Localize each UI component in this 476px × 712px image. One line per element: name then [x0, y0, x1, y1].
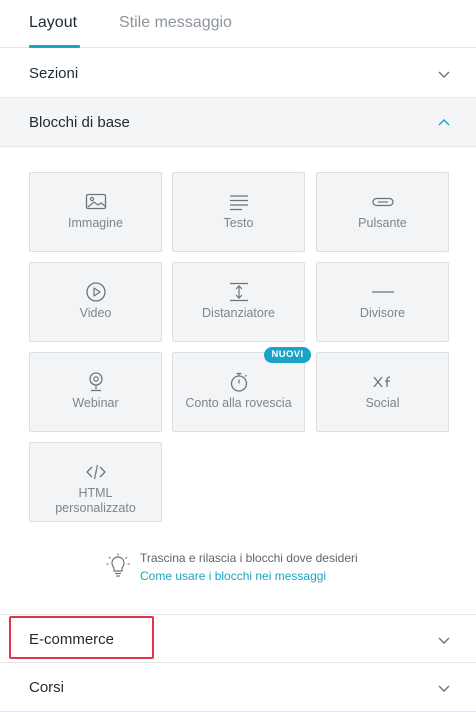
block-label: Social [365, 396, 400, 410]
accordion-blocchi-label: Blocchi di base [29, 114, 130, 131]
social-icon [373, 376, 391, 388]
block-webinar[interactable]: Webinar [29, 352, 162, 432]
block-video[interactable]: Video [29, 262, 162, 342]
block-label: Testo [223, 216, 254, 230]
tab-stile-messaggio[interactable]: Stile messaggio [119, 14, 232, 32]
tab-bar: Layout Stile messaggio [0, 0, 476, 48]
tab-layout[interactable]: Layout [29, 14, 77, 32]
block-distanziatore[interactable]: Distanziatore [172, 262, 305, 342]
accordion-sezioni-label: Sezioni [29, 65, 79, 82]
accordion-ecommerce[interactable]: E-commerce [0, 614, 476, 663]
block-label: Divisore [359, 306, 406, 320]
image-icon [85, 193, 107, 210]
block-label: Distanziatore [202, 306, 275, 320]
block-label: Video [79, 306, 112, 320]
spacer-icon [230, 282, 248, 302]
button-icon [372, 197, 394, 207]
block-testo[interactable]: Testo [172, 172, 305, 252]
new-badge: NUOVI [264, 347, 311, 363]
block-label: Conto alla rovescia [185, 396, 292, 410]
divider-icon [372, 291, 394, 293]
chevron-down-icon [438, 685, 450, 692]
block-divisore[interactable]: Divisore [316, 262, 449, 342]
block-label: Webinar [72, 396, 119, 410]
block-conto-alla-rovescia[interactable]: Conto alla rovescia [172, 352, 305, 432]
stopwatch-icon [230, 372, 248, 392]
accordion-blocchi-di-base[interactable]: Blocchi di base [0, 98, 476, 147]
block-label: HTML personalizzato [55, 486, 136, 515]
tip-text: Trascina e rilascia i blocchi dove desid… [140, 551, 358, 565]
block-label: Immagine [68, 216, 123, 230]
code-icon [86, 464, 106, 480]
block-immagine[interactable]: Immagine [29, 172, 162, 252]
text-icon [230, 195, 248, 211]
chevron-down-icon [438, 71, 450, 78]
help-link[interactable]: Come usare i blocchi nei messaggi [140, 569, 326, 583]
active-tab-indicator [29, 45, 80, 48]
chevron-down-icon [438, 637, 450, 644]
accordion-corsi[interactable]: Corsi [0, 663, 476, 712]
chevron-up-icon [438, 119, 450, 126]
block-pulsante[interactable]: Pulsante [316, 172, 449, 252]
webcam-icon [89, 372, 103, 392]
block-social[interactable]: Social [316, 352, 449, 432]
block-label: Pulsante [358, 216, 407, 230]
play-icon [86, 282, 106, 302]
accordion-ecommerce-label: E-commerce [29, 631, 115, 648]
lightbulb-icon [106, 553, 130, 577]
block-html-personalizzato[interactable]: HTML personalizzato [29, 442, 162, 522]
accordion-corsi-label: Corsi [29, 679, 65, 696]
accordion-sezioni[interactable]: Sezioni [0, 49, 476, 98]
